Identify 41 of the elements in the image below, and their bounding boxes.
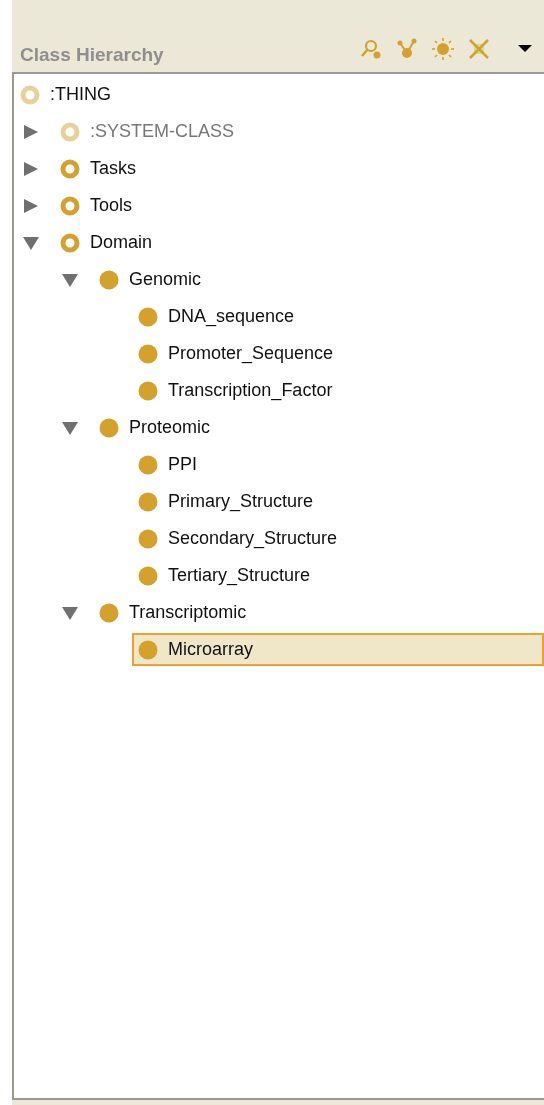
expanded-arrow-icon[interactable]	[61, 419, 79, 436]
class-ring-icon	[60, 195, 80, 216]
class-dot-icon	[138, 565, 158, 586]
class-dot-icon	[138, 306, 158, 327]
class-ring-icon	[60, 121, 80, 142]
collapsed-arrow-icon[interactable]	[22, 197, 40, 214]
class-dot-icon	[99, 417, 119, 438]
tree-node[interactable]: Microarray	[132, 633, 544, 666]
class-ring-icon	[60, 232, 80, 253]
tree-node[interactable]: Tertiary_Structure	[132, 559, 319, 592]
tree-node[interactable]: Secondary_Structure	[132, 522, 346, 555]
tree-node[interactable]: Transcription_Factor	[132, 374, 341, 407]
tree-node[interactable]: Primary_Structure	[132, 485, 322, 518]
class-dot-icon	[138, 343, 158, 364]
tree-node[interactable]: DNA_sequence	[132, 300, 303, 333]
class-dot-icon	[99, 269, 119, 290]
class-dot-icon	[138, 454, 158, 475]
expanded-arrow-icon[interactable]	[22, 234, 40, 251]
tree-node[interactable]: :SYSTEM-CLASS	[54, 115, 243, 148]
panel-title: Class Hierarchy	[20, 45, 164, 66]
class-dot-icon	[138, 528, 158, 549]
tree-node[interactable]: :THING	[14, 78, 119, 111]
tree-node[interactable]: Promoter_Sequence	[132, 337, 342, 370]
collapsed-arrow-icon[interactable]	[22, 160, 40, 177]
tree-node[interactable]: Tools	[54, 189, 141, 222]
class-ring-icon	[20, 84, 40, 105]
tree-node[interactable]: Transcriptomic	[93, 596, 255, 629]
class-dot-icon	[138, 491, 158, 512]
tree-node[interactable]: Genomic	[93, 263, 210, 296]
expanded-arrow-icon[interactable]	[61, 604, 79, 621]
class-ring-icon	[60, 158, 80, 179]
tree-node[interactable]: Tasks	[54, 152, 144, 185]
node-graph-icon[interactable]	[396, 38, 418, 60]
expanded-arrow-icon[interactable]	[61, 271, 79, 288]
tree-node[interactable]: Proteomic	[93, 411, 219, 444]
class-dot-icon	[99, 602, 119, 623]
collapsed-arrow-icon[interactable]	[22, 123, 40, 140]
class-dot-icon	[138, 639, 158, 660]
class-dot-icon	[138, 380, 158, 401]
tree-node[interactable]: Domain	[54, 226, 161, 259]
tree-node[interactable]: PPI	[132, 448, 205, 481]
